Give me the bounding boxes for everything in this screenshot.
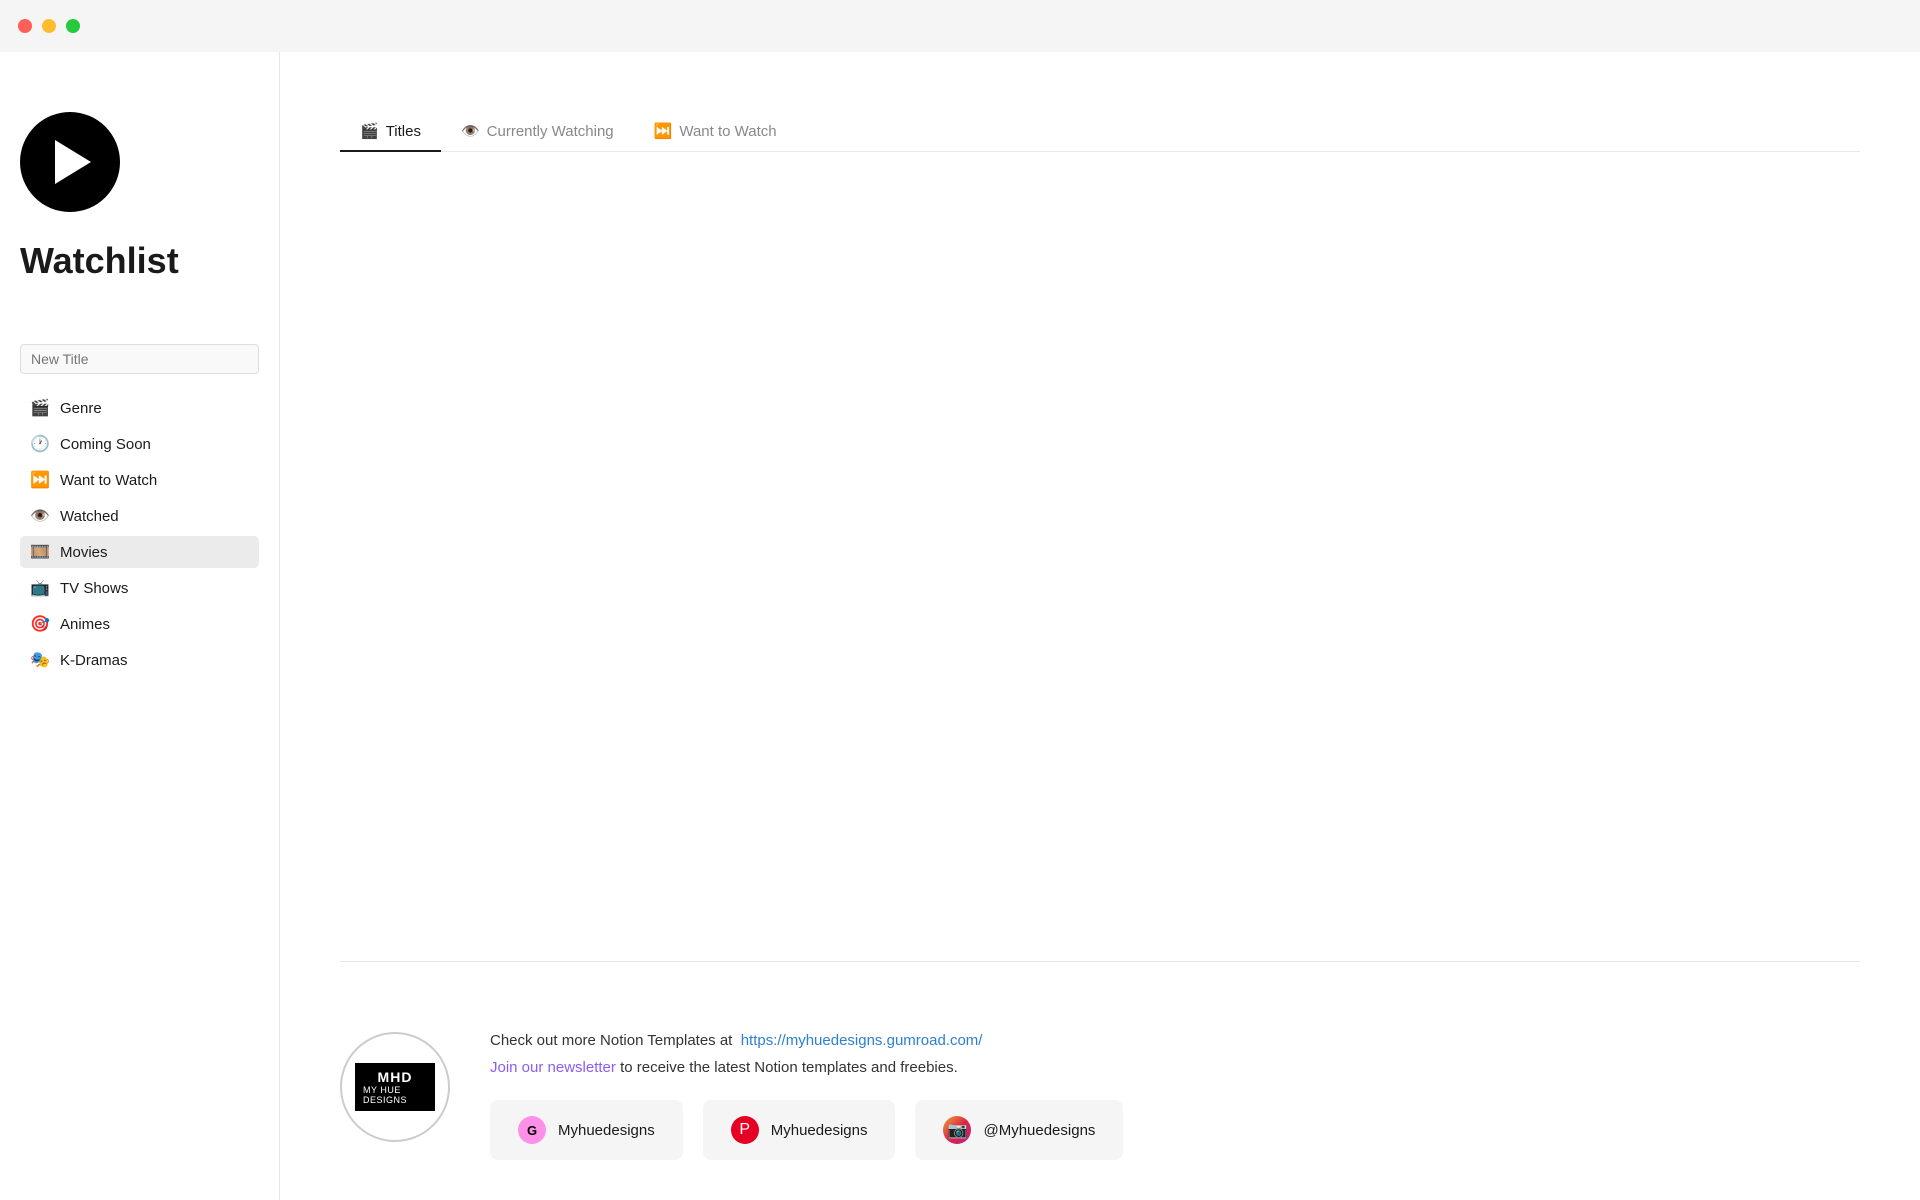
footer-check-out-text: Check out more Notion Templates at [490, 1032, 732, 1049]
sidebar-item-animes-label: Animes [60, 616, 110, 633]
play-triangle-icon [55, 140, 91, 184]
footer-logo-circle: MHD MY HUE DESIGNS [340, 1032, 450, 1142]
footer-text-line: Check out more Notion Templates at https… [490, 1032, 1860, 1049]
social-card-gumroad[interactable]: G Myhuedesigns [490, 1100, 683, 1160]
sidebar: Watchlist 🎬 Genre 🕐 Coming Soon ⏭️ Want … [0, 52, 280, 1200]
sidebar-item-tv-shows[interactable]: 📺 TV Shows [20, 572, 259, 604]
tab-titles[interactable]: 🎬 Titles [340, 112, 441, 152]
footer-gumroad-link[interactable]: https://myhuedesigns.gumroad.com/ [741, 1032, 983, 1049]
social-card-gumroad-label: Myhuedesigns [558, 1122, 655, 1139]
new-title-input[interactable] [20, 344, 259, 374]
titles-tab-icon: 🎬 [360, 122, 379, 140]
window-chrome [0, 0, 1920, 52]
sidebar-item-k-dramas-label: K-Dramas [60, 652, 128, 669]
instagram-icon: 📷 [943, 1116, 971, 1144]
tab-currently-watching-label: Currently Watching [487, 123, 614, 140]
social-cards: G Myhuedesigns P Myhuedesigns 📷 [490, 1100, 1860, 1160]
social-card-instagram[interactable]: 📷 @Myhuedesigns [915, 1100, 1123, 1160]
footer-text-area: Check out more Notion Templates at https… [490, 1032, 1860, 1160]
social-card-pinterest-label: Myhuedesigns [771, 1122, 868, 1139]
sidebar-item-movies[interactable]: 🎞️ Movies [20, 536, 259, 568]
footer-newsletter-link[interactable]: Join our newsletter [490, 1059, 616, 1076]
sidebar-logo-area: Watchlist [20, 112, 259, 314]
traffic-light-red[interactable] [18, 19, 32, 33]
traffic-light-green[interactable] [66, 19, 80, 33]
sidebar-item-coming-soon-label: Coming Soon [60, 436, 151, 453]
sidebar-item-tv-shows-label: TV Shows [60, 580, 128, 597]
app-container: Watchlist 🎬 Genre 🕐 Coming Soon ⏭️ Want … [0, 0, 1920, 1200]
watched-icon: 👁️ [30, 506, 50, 526]
tab-want-to-watch-label: Want to Watch [679, 123, 776, 140]
tab-titles-label: Titles [386, 123, 421, 140]
sidebar-item-movies-label: Movies [60, 544, 108, 561]
nav-list: 🎬 Genre 🕐 Coming Soon ⏭️ Want to Watch 👁… [20, 392, 259, 676]
footer-logo-sub: MY HUE DESIGNS [363, 1085, 427, 1105]
sidebar-item-genre[interactable]: 🎬 Genre [20, 392, 259, 424]
pinterest-icon: P [731, 1116, 759, 1144]
genre-icon: 🎬 [30, 398, 50, 418]
tab-want-to-watch[interactable]: ⏭️ Want to Watch [634, 112, 797, 152]
gumroad-icon: G [518, 1116, 546, 1144]
social-card-pinterest[interactable]: P Myhuedesigns [703, 1100, 896, 1160]
sidebar-item-k-dramas[interactable]: 🎭 K-Dramas [20, 644, 259, 676]
footer-logo-mhd: MHD [378, 1069, 413, 1085]
footer-newsletter-suffix: to receive the latest Notion templates a… [616, 1059, 958, 1076]
play-icon [20, 112, 120, 212]
want-to-watch-tab-icon: ⏭️ [654, 122, 673, 140]
sidebar-item-animes[interactable]: 🎯 Animes [20, 608, 259, 640]
section-divider [340, 961, 1860, 962]
footer-newsletter-line: Join our newsletter to receive the lates… [490, 1059, 1860, 1076]
sidebar-item-watched-label: Watched [60, 508, 119, 525]
sidebar-item-coming-soon[interactable]: 🕐 Coming Soon [20, 428, 259, 460]
want-to-watch-icon: ⏭️ [30, 470, 50, 490]
k-dramas-icon: 🎭 [30, 650, 50, 670]
sidebar-item-want-to-watch-label: Want to Watch [60, 472, 157, 489]
main-content: 🎬 Titles 👁️ Currently Watching ⏭️ Want t… [280, 52, 1920, 1200]
movies-icon: 🎞️ [30, 542, 50, 562]
tab-content-area [340, 182, 1860, 921]
sidebar-item-watched[interactable]: 👁️ Watched [20, 500, 259, 532]
tabs-bar: 🎬 Titles 👁️ Currently Watching ⏭️ Want t… [340, 112, 1860, 152]
currently-watching-tab-icon: 👁️ [461, 122, 480, 140]
traffic-light-yellow[interactable] [42, 19, 56, 33]
footer-section: MHD MY HUE DESIGNS Check out more Notion… [340, 992, 1860, 1160]
sidebar-item-want-to-watch[interactable]: ⏭️ Want to Watch [20, 464, 259, 496]
coming-soon-icon: 🕐 [30, 434, 50, 454]
tab-currently-watching[interactable]: 👁️ Currently Watching [441, 112, 634, 152]
page-title: Watchlist [20, 240, 259, 282]
footer-logo-inner: MHD MY HUE DESIGNS [355, 1063, 435, 1111]
social-card-instagram-label: @Myhuedesigns [983, 1122, 1095, 1139]
animes-icon: 🎯 [30, 614, 50, 634]
sidebar-item-genre-label: Genre [60, 400, 102, 417]
tv-shows-icon: 📺 [30, 578, 50, 598]
